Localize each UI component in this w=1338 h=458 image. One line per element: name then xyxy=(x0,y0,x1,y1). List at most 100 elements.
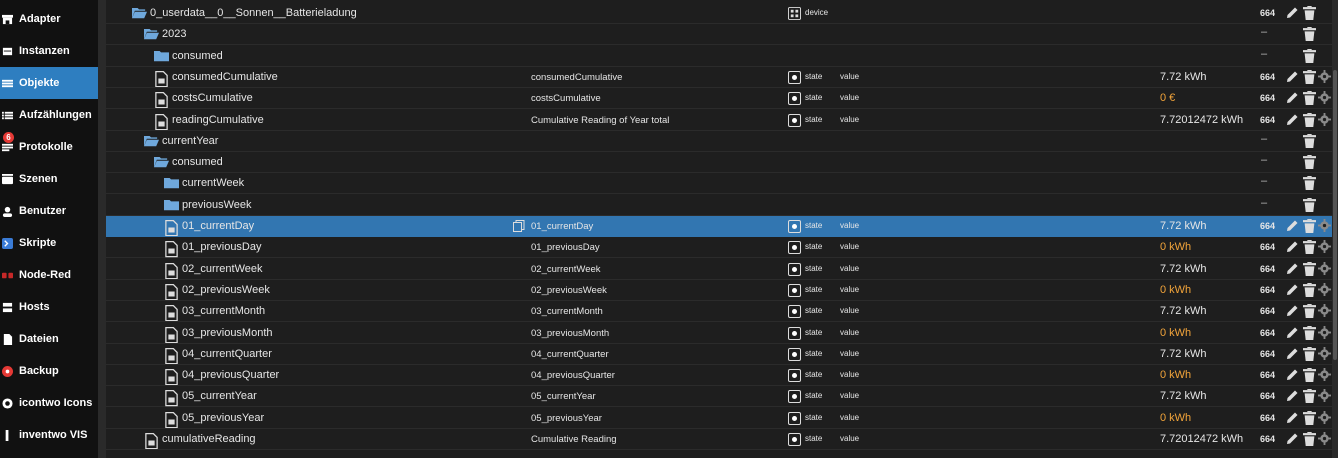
sidebar-item-protokolle[interactable]: Protokolle 6 xyxy=(0,131,98,163)
sidebar-item-node-red[interactable]: Node-Red xyxy=(0,259,98,291)
delete-icon[interactable] xyxy=(1303,389,1316,404)
delete-icon[interactable] xyxy=(1303,197,1316,212)
folder-icon[interactable] xyxy=(154,50,169,63)
delete-icon[interactable] xyxy=(1303,240,1316,255)
vertical-scrollbar[interactable] xyxy=(1332,0,1338,458)
tree-row[interactable]: 2023 – xyxy=(106,24,1332,46)
state-value[interactable]: 0 kWh xyxy=(1160,241,1191,253)
delete-icon[interactable] xyxy=(1303,112,1316,127)
delete-icon[interactable] xyxy=(1303,91,1316,106)
tree-row[interactable]: 02_currentWeek 02_currentWeek state value 7.… xyxy=(106,259,1332,280)
sidebar-item-szenen[interactable]: Szenen xyxy=(0,163,98,195)
state-file-icon[interactable] xyxy=(164,347,179,365)
state-file-icon[interactable] xyxy=(164,326,179,343)
copy-icon[interactable] xyxy=(513,220,525,232)
folder-icon[interactable] xyxy=(164,177,179,190)
gear-icon[interactable] xyxy=(1318,368,1331,382)
delete-icon[interactable] xyxy=(1303,410,1316,425)
sidebar-item-instanzen[interactable]: Instanzen xyxy=(0,35,98,67)
sidebar-item-dateien[interactable]: Dateien xyxy=(0,323,98,355)
state-value[interactable]: 0 kWh xyxy=(1160,284,1191,296)
state-value[interactable]: 0 kWh xyxy=(1160,369,1191,381)
state-file-icon[interactable] xyxy=(154,92,169,109)
delete-icon[interactable] xyxy=(1303,346,1316,361)
sidebar-item-adapter[interactable]: Adapter xyxy=(0,3,98,35)
edit-icon[interactable] xyxy=(1286,219,1299,233)
tree-row[interactable]: 04_currentQuarter 04_currentQuarter state v… xyxy=(106,344,1332,365)
delete-icon[interactable] xyxy=(1303,261,1316,276)
sidebar-item-icontwo-icons[interactable]: icontwo Icons xyxy=(0,387,98,419)
scrollbar-thumb[interactable] xyxy=(1333,70,1337,360)
folder-open-icon[interactable] xyxy=(144,28,159,41)
tree-row[interactable]: costsCumulative costsCumulative state value… xyxy=(106,88,1332,110)
edit-icon[interactable] xyxy=(1286,347,1299,361)
sidebar-item-objekte[interactable]: Objekte xyxy=(0,67,98,99)
state-value[interactable]: 7.72 kWh xyxy=(1160,305,1206,317)
edit-icon[interactable] xyxy=(1286,368,1299,382)
gear-icon[interactable] xyxy=(1318,346,1331,361)
tree-row[interactable]: 02_previousWeek 02_previousWeek state value… xyxy=(106,280,1332,301)
delete-icon[interactable] xyxy=(1303,325,1316,340)
state-value[interactable]: 0 kWh xyxy=(1160,327,1191,339)
state-value[interactable]: 7.72012472 kWh xyxy=(1160,433,1243,445)
state-file-icon[interactable] xyxy=(164,241,179,258)
state-value[interactable]: 7.72 kWh xyxy=(1160,220,1206,232)
gear-icon[interactable] xyxy=(1318,389,1331,403)
tree-row[interactable]: 01_currentDay 01_currentDay state value 7.72… xyxy=(106,216,1332,237)
delete-icon[interactable] xyxy=(1303,27,1316,42)
sidebar-item-aufz-hlungen[interactable]: Aufzählungen xyxy=(0,99,98,131)
state-value[interactable]: 7.72 kWh xyxy=(1160,263,1206,275)
edit-icon[interactable] xyxy=(1286,70,1299,84)
state-value[interactable]: 7.72 kWh xyxy=(1160,348,1206,360)
state-file-icon[interactable] xyxy=(164,390,179,407)
gear-icon[interactable] xyxy=(1318,112,1331,127)
gear-icon[interactable] xyxy=(1318,69,1331,84)
state-value[interactable]: 0 kWh xyxy=(1160,412,1191,424)
gear-icon[interactable] xyxy=(1318,325,1331,340)
tree-row[interactable]: 01_previousDay 01_previousDay state value 0 … xyxy=(106,237,1332,259)
tree-row[interactable]: 05_currentYear 05_currentYear state value 7.… xyxy=(106,386,1332,408)
sidebar-item-backup[interactable]: Backup xyxy=(0,355,98,387)
delete-icon[interactable] xyxy=(1303,48,1316,63)
tree-row[interactable]: currentYear – xyxy=(106,131,1332,152)
folder-icon[interactable] xyxy=(164,199,179,212)
state-file-icon[interactable] xyxy=(154,113,169,130)
folder-open-icon[interactable] xyxy=(144,135,159,148)
tree-row[interactable]: readingCumulative Cumulative Reading of Y… xyxy=(106,110,1332,131)
edit-icon[interactable] xyxy=(1286,6,1299,20)
delete-icon[interactable] xyxy=(1303,219,1316,234)
delete-icon[interactable] xyxy=(1303,133,1316,148)
edit-icon[interactable] xyxy=(1286,91,1299,105)
delete-icon[interactable] xyxy=(1303,6,1316,21)
sidebar-item-skripte[interactable]: Skripte xyxy=(0,227,98,259)
tree-row[interactable]: cumulativeReading Cumulative Reading state… xyxy=(106,429,1332,450)
state-file-icon[interactable] xyxy=(164,305,179,322)
gear-icon[interactable] xyxy=(1318,261,1331,276)
tree-row[interactable]: consumedCumulative consumedCumulative stat… xyxy=(106,67,1332,88)
tree-row[interactable]: 05_previousYear 05_previousYear state value… xyxy=(106,408,1332,429)
state-file-icon[interactable] xyxy=(164,283,179,301)
tree-row[interactable]: consumed – xyxy=(106,152,1332,174)
state-file-icon[interactable] xyxy=(164,411,179,428)
delete-icon[interactable] xyxy=(1303,69,1316,84)
edit-icon[interactable] xyxy=(1286,326,1299,340)
tree-row[interactable]: 04_previousQuarter 04_previousQuarter stat… xyxy=(106,365,1332,387)
delete-icon[interactable] xyxy=(1303,176,1316,191)
gear-icon[interactable] xyxy=(1318,410,1331,425)
tree-row[interactable]: consumed – xyxy=(106,46,1332,67)
delete-icon[interactable] xyxy=(1303,282,1316,297)
state-value[interactable]: 0 € xyxy=(1160,92,1175,104)
gear-icon[interactable] xyxy=(1318,240,1331,254)
delete-icon[interactable] xyxy=(1303,368,1316,383)
delete-icon[interactable] xyxy=(1303,432,1316,447)
tree-row[interactable]: 0_userdata__0__Sonnen__Batterieladung dev… xyxy=(106,3,1332,24)
edit-icon[interactable] xyxy=(1286,283,1299,297)
gear-icon[interactable] xyxy=(1318,432,1331,446)
gear-icon[interactable] xyxy=(1318,219,1331,233)
state-file-icon[interactable] xyxy=(154,70,169,88)
state-value[interactable]: 7.72 kWh xyxy=(1160,390,1206,402)
edit-icon[interactable] xyxy=(1286,432,1299,446)
delete-icon[interactable] xyxy=(1303,304,1316,319)
edit-icon[interactable] xyxy=(1286,411,1299,425)
state-file-icon[interactable] xyxy=(164,220,179,237)
